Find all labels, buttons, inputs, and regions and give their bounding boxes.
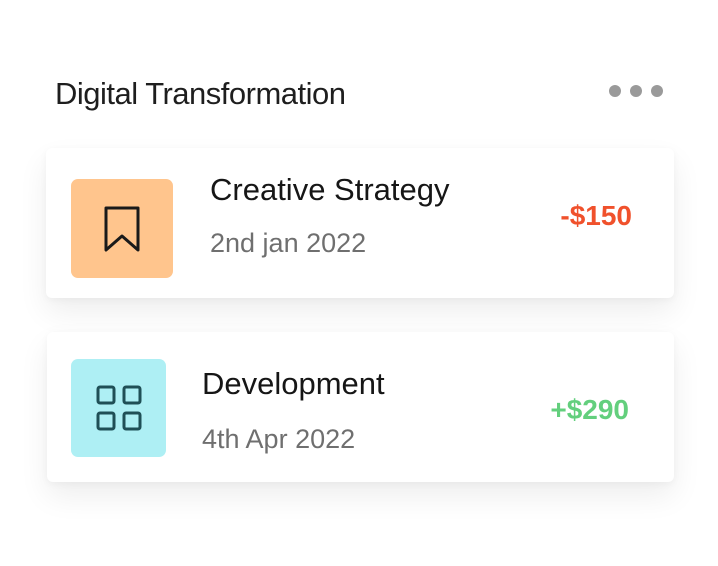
transaction-title: Creative Strategy	[210, 172, 450, 207]
more-dot-icon	[651, 85, 663, 97]
bookmark-icon	[104, 206, 140, 251]
more-dot-icon	[609, 85, 621, 97]
transaction-icon-box	[71, 179, 173, 278]
more-dot-icon	[630, 85, 642, 97]
grid-icon	[96, 385, 141, 431]
transaction-card[interactable]: Creative Strategy 2nd jan 2022 -$150	[46, 148, 674, 298]
transaction-amount: -$150	[560, 200, 632, 231]
transaction-amount: +$290	[550, 394, 629, 425]
transaction-date: 4th Apr 2022	[202, 424, 356, 454]
more-options-button[interactable]	[609, 80, 663, 102]
transaction-icon-box	[71, 359, 166, 457]
transaction-date: 2nd jan 2022	[210, 228, 367, 258]
transaction-card[interactable]: Development 4th Apr 2022 +$290	[47, 332, 674, 482]
page-title: Digital Transformation	[55, 76, 346, 111]
transaction-title: Development	[202, 366, 385, 401]
